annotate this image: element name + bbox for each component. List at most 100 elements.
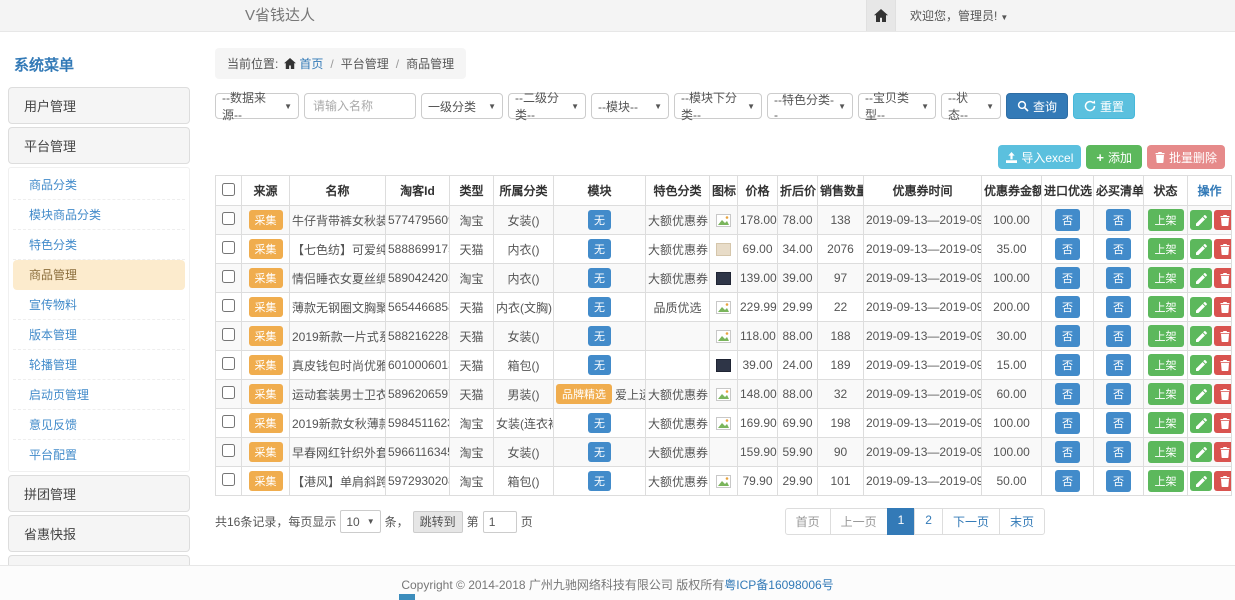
must-buy-button[interactable]: 否 bbox=[1106, 325, 1131, 347]
must-buy-button[interactable]: 否 bbox=[1106, 470, 1131, 492]
import-flag-button[interactable]: 否 bbox=[1055, 238, 1080, 260]
sidebar-sub-item[interactable]: 轮播管理 bbox=[13, 350, 185, 380]
row-checkbox[interactable] bbox=[222, 473, 235, 486]
sidebar-group-item[interactable]: 消息管理 bbox=[8, 555, 190, 565]
level1-category-select[interactable]: 一级分类▼ bbox=[421, 93, 503, 119]
import-flag-button[interactable]: 否 bbox=[1055, 470, 1080, 492]
page-button[interactable]: 2 bbox=[914, 508, 943, 535]
edit-button[interactable] bbox=[1190, 268, 1212, 288]
must-buy-button[interactable]: 否 bbox=[1106, 209, 1131, 231]
sidebar-sub-item[interactable]: 意见反馈 bbox=[13, 410, 185, 440]
status-button[interactable]: 上架 bbox=[1148, 412, 1184, 434]
sidebar-group-item[interactable]: 平台管理 bbox=[8, 127, 190, 164]
item-type-select[interactable]: --宝贝类型--▼ bbox=[858, 93, 936, 119]
must-buy-button[interactable]: 否 bbox=[1106, 412, 1131, 434]
import-flag-button[interactable]: 否 bbox=[1055, 209, 1080, 231]
sidebar-sub-item[interactable]: 版本管理 bbox=[13, 320, 185, 350]
page-button[interactable]: 末页 bbox=[999, 508, 1045, 535]
edit-button[interactable] bbox=[1190, 239, 1212, 259]
row-checkbox[interactable] bbox=[222, 328, 235, 341]
import-flag-button[interactable]: 否 bbox=[1055, 412, 1080, 434]
must-buy-button[interactable]: 否 bbox=[1106, 296, 1131, 318]
delete-button[interactable] bbox=[1214, 268, 1232, 288]
delete-button[interactable] bbox=[1214, 471, 1232, 491]
import-flag-button[interactable]: 否 bbox=[1055, 267, 1080, 289]
edit-button[interactable] bbox=[1190, 442, 1212, 462]
status-button[interactable]: 上架 bbox=[1148, 383, 1184, 405]
batch-delete-button[interactable]: 批量删除 bbox=[1147, 145, 1225, 169]
edit-button[interactable] bbox=[1190, 355, 1212, 375]
icp-link[interactable]: 粤ICP备16098006号 bbox=[724, 578, 833, 592]
sidebar-group-item[interactable]: 拼团管理 bbox=[8, 475, 190, 512]
status-button[interactable]: 上架 bbox=[1148, 209, 1184, 231]
row-checkbox[interactable] bbox=[222, 299, 235, 312]
sidebar-sub-item[interactable]: 商品分类 bbox=[13, 170, 185, 200]
add-button[interactable]: + 添加 bbox=[1086, 145, 1142, 169]
status-button[interactable]: 上架 bbox=[1148, 441, 1184, 463]
row-checkbox[interactable] bbox=[222, 357, 235, 370]
sidebar-sub-item[interactable]: 商品管理 bbox=[13, 260, 185, 290]
import-excel-button[interactable]: 导入excel bbox=[998, 145, 1081, 169]
import-flag-button[interactable]: 否 bbox=[1055, 383, 1080, 405]
import-flag-button[interactable]: 否 bbox=[1055, 296, 1080, 318]
select-all-checkbox[interactable] bbox=[222, 183, 235, 196]
page-button[interactable]: 上一页 bbox=[830, 508, 888, 535]
home-button[interactable] bbox=[866, 0, 896, 31]
sidebar-group-item[interactable]: 省惠快报 bbox=[8, 515, 190, 552]
delete-button[interactable] bbox=[1214, 297, 1232, 317]
must-buy-button[interactable]: 否 bbox=[1106, 354, 1131, 376]
sidebar-group-item[interactable]: 用户管理 bbox=[8, 87, 190, 124]
status-button[interactable]: 上架 bbox=[1148, 325, 1184, 347]
page-number-input[interactable] bbox=[483, 511, 517, 533]
sidebar-sub-item[interactable]: 启动页管理 bbox=[13, 380, 185, 410]
status-button[interactable]: 上架 bbox=[1148, 238, 1184, 260]
edit-button[interactable] bbox=[1190, 326, 1212, 346]
delete-button[interactable] bbox=[1214, 210, 1232, 230]
import-flag-button[interactable]: 否 bbox=[1055, 354, 1080, 376]
must-buy-button[interactable]: 否 bbox=[1106, 238, 1131, 260]
sidebar-sub-item[interactable]: 特色分类 bbox=[13, 230, 185, 260]
must-buy-button[interactable]: 否 bbox=[1106, 267, 1131, 289]
page-button[interactable]: 首页 bbox=[785, 508, 831, 535]
status-button[interactable]: 上架 bbox=[1148, 267, 1184, 289]
level2-category-select[interactable]: --二级分类--▼ bbox=[508, 93, 586, 119]
module-sub-select[interactable]: --模块下分类--▼ bbox=[674, 93, 762, 119]
edit-button[interactable] bbox=[1190, 297, 1212, 317]
row-checkbox[interactable] bbox=[222, 415, 235, 428]
edit-button[interactable] bbox=[1190, 384, 1212, 404]
status-button[interactable]: 上架 bbox=[1148, 354, 1184, 376]
row-checkbox[interactable] bbox=[222, 212, 235, 225]
feature-category-select[interactable]: --特色分类--▼ bbox=[767, 93, 853, 119]
status-select[interactable]: --状态--▼ bbox=[941, 93, 1001, 119]
import-flag-button[interactable]: 否 bbox=[1055, 325, 1080, 347]
edit-button[interactable] bbox=[1190, 413, 1212, 433]
page-button[interactable]: 1 bbox=[887, 508, 916, 535]
breadcrumb-home-link[interactable]: 首页 bbox=[299, 55, 323, 72]
jump-button[interactable]: 跳转到 bbox=[413, 511, 463, 533]
reset-button[interactable]: 重置 bbox=[1073, 93, 1135, 119]
delete-button[interactable] bbox=[1214, 413, 1232, 433]
user-menu[interactable]: 欢迎您，管理员!▼ bbox=[910, 7, 1008, 24]
sidebar-sub-item[interactable]: 宣传物料 bbox=[13, 290, 185, 320]
per-page-select[interactable]: 10▼ bbox=[340, 510, 380, 533]
row-checkbox[interactable] bbox=[222, 270, 235, 283]
delete-button[interactable] bbox=[1214, 442, 1232, 462]
must-buy-button[interactable]: 否 bbox=[1106, 441, 1131, 463]
edit-button[interactable] bbox=[1190, 471, 1212, 491]
sidebar-sub-item[interactable]: 模块商品分类 bbox=[13, 200, 185, 230]
sidebar-sub-item[interactable]: 平台配置 bbox=[13, 440, 185, 469]
row-checkbox[interactable] bbox=[222, 241, 235, 254]
page-button[interactable]: 下一页 bbox=[942, 508, 1000, 535]
delete-button[interactable] bbox=[1214, 239, 1232, 259]
edit-button[interactable] bbox=[1190, 210, 1212, 230]
row-checkbox[interactable] bbox=[222, 444, 235, 457]
data-source-select[interactable]: --数据来源--▼ bbox=[215, 93, 299, 119]
name-search-input[interactable] bbox=[304, 93, 416, 119]
query-button[interactable]: 查询 bbox=[1006, 93, 1068, 119]
delete-button[interactable] bbox=[1214, 355, 1232, 375]
must-buy-button[interactable]: 否 bbox=[1106, 383, 1131, 405]
delete-button[interactable] bbox=[1214, 326, 1232, 346]
row-checkbox[interactable] bbox=[222, 386, 235, 399]
module-select[interactable]: --模块--▼ bbox=[591, 93, 669, 119]
status-button[interactable]: 上架 bbox=[1148, 470, 1184, 492]
